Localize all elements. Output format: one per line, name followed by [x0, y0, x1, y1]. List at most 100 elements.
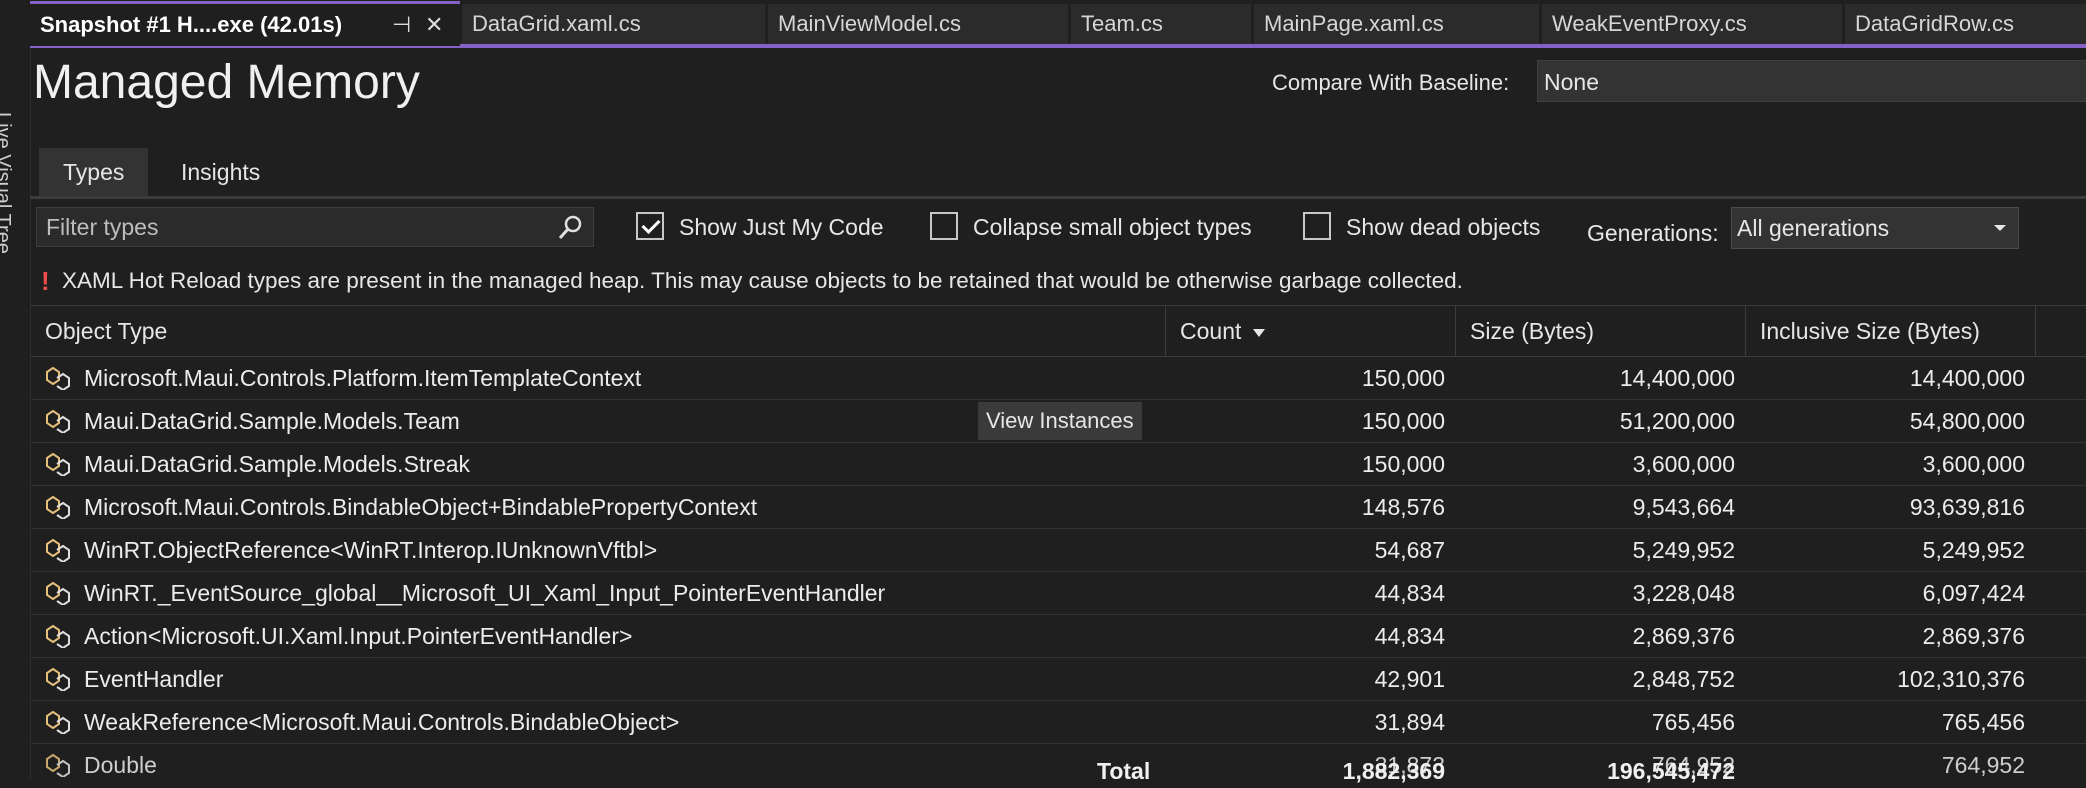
page-title: Managed Memory — [33, 56, 420, 109]
column-label: Count — [1180, 318, 1242, 344]
tab-datagridrow-cs[interactable]: DataGridRow.cs — [1845, 4, 2086, 44]
object-type-cell: Microsoft.Maui.Controls.Platform.ItemTem… — [84, 365, 642, 391]
inclusive-size-cell: 93,639,816 — [1909, 494, 2025, 520]
class-icon — [43, 495, 75, 521]
size-cell: 3,228,048 — [1632, 580, 1735, 606]
chevron-down-icon — [1994, 225, 2006, 231]
column-label: Size (Bytes) — [1470, 318, 1594, 344]
inclusive-size-cell: 765,456 — [1941, 709, 2025, 735]
class-icon — [43, 581, 75, 607]
size-cell: 2,869,376 — [1632, 623, 1735, 649]
table-row[interactable]: WinRT.ObjectReference<WinRT.Interop.IUnk… — [31, 529, 2086, 572]
object-types-table: Object Type Count Size (Bytes) Inclusive… — [31, 305, 2086, 779]
column-label: Object Type — [45, 318, 168, 344]
table-row[interactable]: WinRT._EventSource_global__Microsoft_UI_… — [31, 572, 2086, 615]
column-label: Inclusive Size (Bytes) — [1760, 318, 1980, 344]
warning-message: XAML Hot Reload types are present in the… — [62, 268, 1463, 293]
count-cell: 150,000 — [1361, 365, 1445, 391]
object-type-cell: WinRT.ObjectReference<WinRT.Interop.IUnk… — [84, 537, 658, 563]
tab-types[interactable]: Types — [39, 148, 149, 196]
tab-team-cs[interactable]: Team.cs — [1071, 4, 1251, 44]
column-header-object-type[interactable]: Object Type — [31, 306, 1166, 356]
column-header-size[interactable]: Size (Bytes) — [1456, 306, 1746, 356]
tab-insights[interactable]: Insights — [157, 148, 284, 196]
table-row[interactable]: Microsoft.Maui.Controls.BindableObject+B… — [31, 486, 2086, 529]
count-cell: 150,000 — [1361, 408, 1445, 434]
show-dead-objects-label[interactable]: Show dead objects — [1346, 214, 1540, 241]
live-visual-tree-strip[interactable]: Live Visual Tree — [0, 0, 31, 779]
side-panel-label[interactable]: Live Visual Tree — [0, 112, 14, 254]
inclusive-size-cell: 5,249,952 — [1922, 537, 2025, 563]
show-just-my-code-label[interactable]: Show Just My Code — [679, 214, 884, 241]
table-row[interactable]: WeakReference<Microsoft.Maui.Controls.Bi… — [31, 701, 2086, 744]
size-cell: 9,543,664 — [1632, 494, 1735, 520]
size-cell: 5,249,952 — [1632, 537, 1735, 563]
table-row[interactable]: EventHandler 42,901 2,848,752 102,310,376 — [31, 658, 2086, 701]
total-count: 1,882,369 — [1342, 758, 1445, 784]
size-cell: 765,456 — [1651, 709, 1735, 735]
size-cell: 14,400,000 — [1619, 365, 1735, 391]
tab-label: MainPage.xaml.cs — [1264, 11, 1444, 36]
size-cell: 51,200,000 — [1619, 408, 1735, 434]
generations-dropdown[interactable]: All generations — [1731, 207, 2019, 249]
search-icon[interactable] — [555, 213, 585, 243]
collapse-small-label[interactable]: Collapse small object types — [973, 214, 1252, 241]
size-cell: 3,600,000 — [1632, 451, 1735, 477]
baseline-label: Compare With Baseline: — [1272, 70, 1510, 95]
close-icon[interactable]: ✕ — [425, 4, 443, 46]
object-type-cell: Action<Microsoft.UI.Xaml.Input.PointerEv… — [84, 623, 633, 649]
table-body: Microsoft.Maui.Controls.Platform.ItemTem… — [31, 357, 2086, 779]
column-header-count[interactable]: Count — [1166, 306, 1456, 356]
object-type-cell: WinRT._EventSource_global__Microsoft_UI_… — [84, 580, 886, 606]
subtab-divider — [30, 196, 2086, 199]
tab-datagrid-xaml-cs[interactable]: DataGrid.xaml.cs — [462, 4, 765, 44]
inclusive-size-cell: 102,310,376 — [1897, 666, 2025, 692]
class-icon — [43, 452, 75, 478]
class-icon — [43, 538, 75, 564]
table-header: Object Type Count Size (Bytes) Inclusive… — [31, 305, 2086, 357]
size-cell: 2,848,752 — [1632, 666, 1735, 692]
table-row[interactable]: Action<Microsoft.UI.Xaml.Input.PointerEv… — [31, 615, 2086, 658]
view-instances-button[interactable]: View Instances — [978, 402, 1142, 440]
inclusive-size-cell: 14,400,000 — [1909, 365, 2025, 391]
baseline-select[interactable]: None — [1537, 60, 2086, 102]
tab-mainviewmodel-cs[interactable]: MainViewModel.cs — [768, 4, 1068, 44]
tab-label: WeakEventProxy.cs — [1552, 11, 1747, 36]
tab-label: Team.cs — [1081, 11, 1163, 36]
show-just-my-code-checkbox[interactable] — [636, 212, 664, 240]
table-row[interactable]: Maui.DataGrid.Sample.Models.Team View Ins… — [31, 400, 2086, 443]
column-header-inclusive-size[interactable]: Inclusive Size (Bytes) — [1746, 306, 2036, 356]
sort-descending-icon — [1253, 328, 1266, 337]
tab-label: Snapshot #1 H....exe (42.01s) — [40, 12, 343, 37]
show-dead-objects-checkbox[interactable] — [1303, 212, 1331, 240]
class-icon — [43, 624, 75, 650]
filter-placeholder: Filter types — [46, 214, 159, 240]
count-cell: 44,834 — [1374, 580, 1445, 606]
pin-icon[interactable]: ⊣ — [392, 4, 411, 46]
count-cell: 148,576 — [1361, 494, 1445, 520]
tab-mainpage-xaml-cs[interactable]: MainPage.xaml.cs — [1254, 4, 1539, 44]
count-cell: 150,000 — [1361, 451, 1445, 477]
tab-label: DataGrid.xaml.cs — [472, 11, 641, 36]
inclusive-size-cell: 54,800,000 — [1909, 408, 2025, 434]
object-type-cell: Microsoft.Maui.Controls.BindableObject+B… — [84, 494, 758, 520]
object-type-cell: Maui.DataGrid.Sample.Models.Streak — [84, 451, 471, 477]
tab-label: MainViewModel.cs — [778, 11, 962, 36]
class-icon — [43, 409, 75, 435]
tab-weakeventproxy-cs[interactable]: WeakEventProxy.cs — [1542, 4, 1842, 44]
total-size: 196,545,472 — [1607, 758, 1735, 784]
class-icon — [43, 366, 75, 392]
class-icon — [43, 667, 75, 693]
tab-snapshot[interactable]: Snapshot #1 H....exe (42.01s) ⊣ ✕ — [30, 1, 460, 46]
generations-value: All generations — [1737, 215, 1890, 241]
count-cell: 31,894 — [1374, 709, 1445, 735]
collapse-small-checkbox[interactable] — [930, 212, 958, 240]
filter-types-input[interactable]: Filter types — [36, 207, 594, 247]
object-type-cell: WeakReference<Microsoft.Maui.Controls.Bi… — [84, 709, 680, 735]
count-cell: 54,687 — [1374, 537, 1445, 563]
object-type-cell: Maui.DataGrid.Sample.Models.Team — [84, 408, 460, 434]
inclusive-size-cell: 3,600,000 — [1922, 451, 2025, 477]
generations-label: Generations: — [1587, 220, 1719, 246]
table-row[interactable]: Maui.DataGrid.Sample.Models.Streak 150,00… — [31, 443, 2086, 486]
table-row[interactable]: Microsoft.Maui.Controls.Platform.ItemTem… — [31, 357, 2086, 400]
